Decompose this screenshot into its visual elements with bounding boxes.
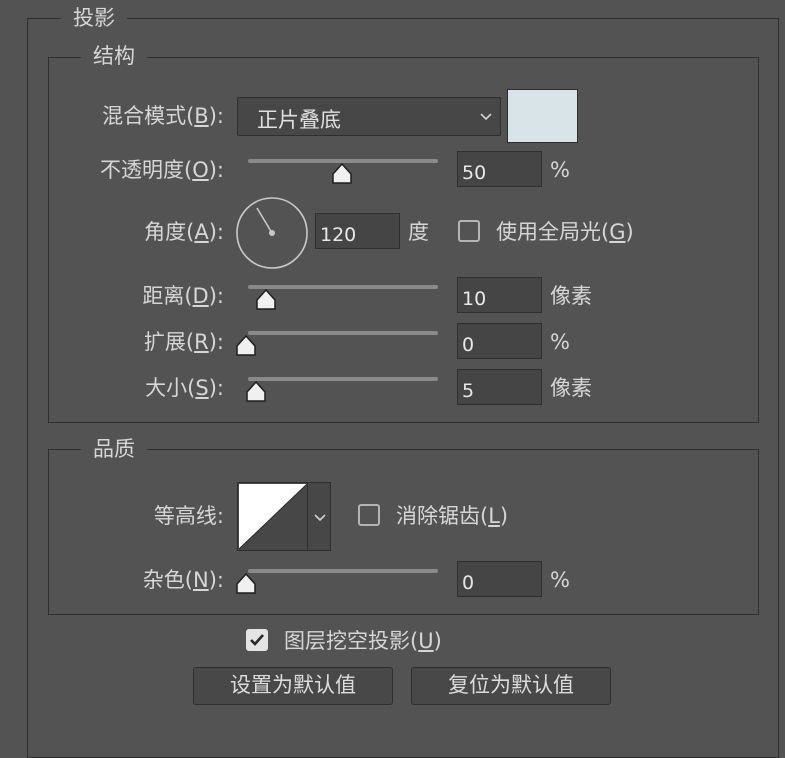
size-label: 大小(S): <box>145 376 224 400</box>
layer-knockout-checkbox[interactable] <box>246 629 268 651</box>
noise-slider-thumb[interactable] <box>235 573 257 595</box>
contour-label: 等高线: <box>153 504 224 528</box>
anti-alias-label[interactable]: 消除锯齿(L) <box>396 503 508 529</box>
noise-label: 杂色(N): <box>142 568 224 592</box>
blend-mode-select[interactable]: 正片叠底 <box>237 97 501 136</box>
size-slider-track[interactable] <box>248 377 438 381</box>
spread-slider-track[interactable] <box>248 331 438 335</box>
global-light-label[interactable]: 使用全局光(G) <box>496 219 634 245</box>
spread-unit: % <box>550 330 570 354</box>
anti-alias-checkbox[interactable] <box>358 504 380 526</box>
quality-title: 品质 <box>81 436 147 462</box>
make-default-button[interactable]: 设置为默认值 <box>193 667 393 705</box>
blend-mode-label: 混合模式(B): <box>102 104 224 128</box>
angle-dial[interactable] <box>235 196 309 270</box>
blend-mode-value: 正片叠底 <box>257 108 341 132</box>
distance-unit: 像素 <box>550 284 592 308</box>
spread-slider-thumb[interactable] <box>235 335 257 357</box>
opacity-slider-thumb[interactable] <box>331 163 353 185</box>
contour-picker[interactable] <box>237 482 331 551</box>
noise-slider-track[interactable] <box>248 569 438 573</box>
contour-preview-icon <box>239 484 307 549</box>
spread-input[interactable] <box>457 323 542 359</box>
global-light-checkbox[interactable] <box>458 220 480 242</box>
opacity-unit: % <box>550 158 570 182</box>
distance-input[interactable] <box>457 277 542 313</box>
noise-input[interactable] <box>457 561 542 597</box>
angle-unit: 度 <box>408 220 429 244</box>
angle-input[interactable] <box>315 213 400 249</box>
opacity-label: 不透明度(O): <box>99 158 224 182</box>
distance-label: 距离(D): <box>142 284 224 308</box>
chevron-down-icon <box>480 113 492 121</box>
size-input[interactable] <box>457 369 542 405</box>
size-unit: 像素 <box>550 376 592 400</box>
check-icon <box>250 634 264 646</box>
distance-slider-thumb[interactable] <box>255 289 277 311</box>
spread-label: 扩展(R): <box>143 330 224 354</box>
noise-unit: % <box>550 568 570 592</box>
shadow-color-swatch[interactable] <box>507 89 578 143</box>
reset-default-button[interactable]: 复位为默认值 <box>411 667 611 705</box>
angle-label: 角度(A): <box>144 220 224 244</box>
structure-title: 结构 <box>81 43 147 69</box>
panel-title: 投影 <box>61 5 127 31</box>
size-slider-thumb[interactable] <box>245 381 267 403</box>
opacity-input[interactable] <box>457 151 542 187</box>
layer-knockout-label[interactable]: 图层挖空投影(U) <box>284 628 442 654</box>
chevron-down-icon <box>314 514 326 522</box>
